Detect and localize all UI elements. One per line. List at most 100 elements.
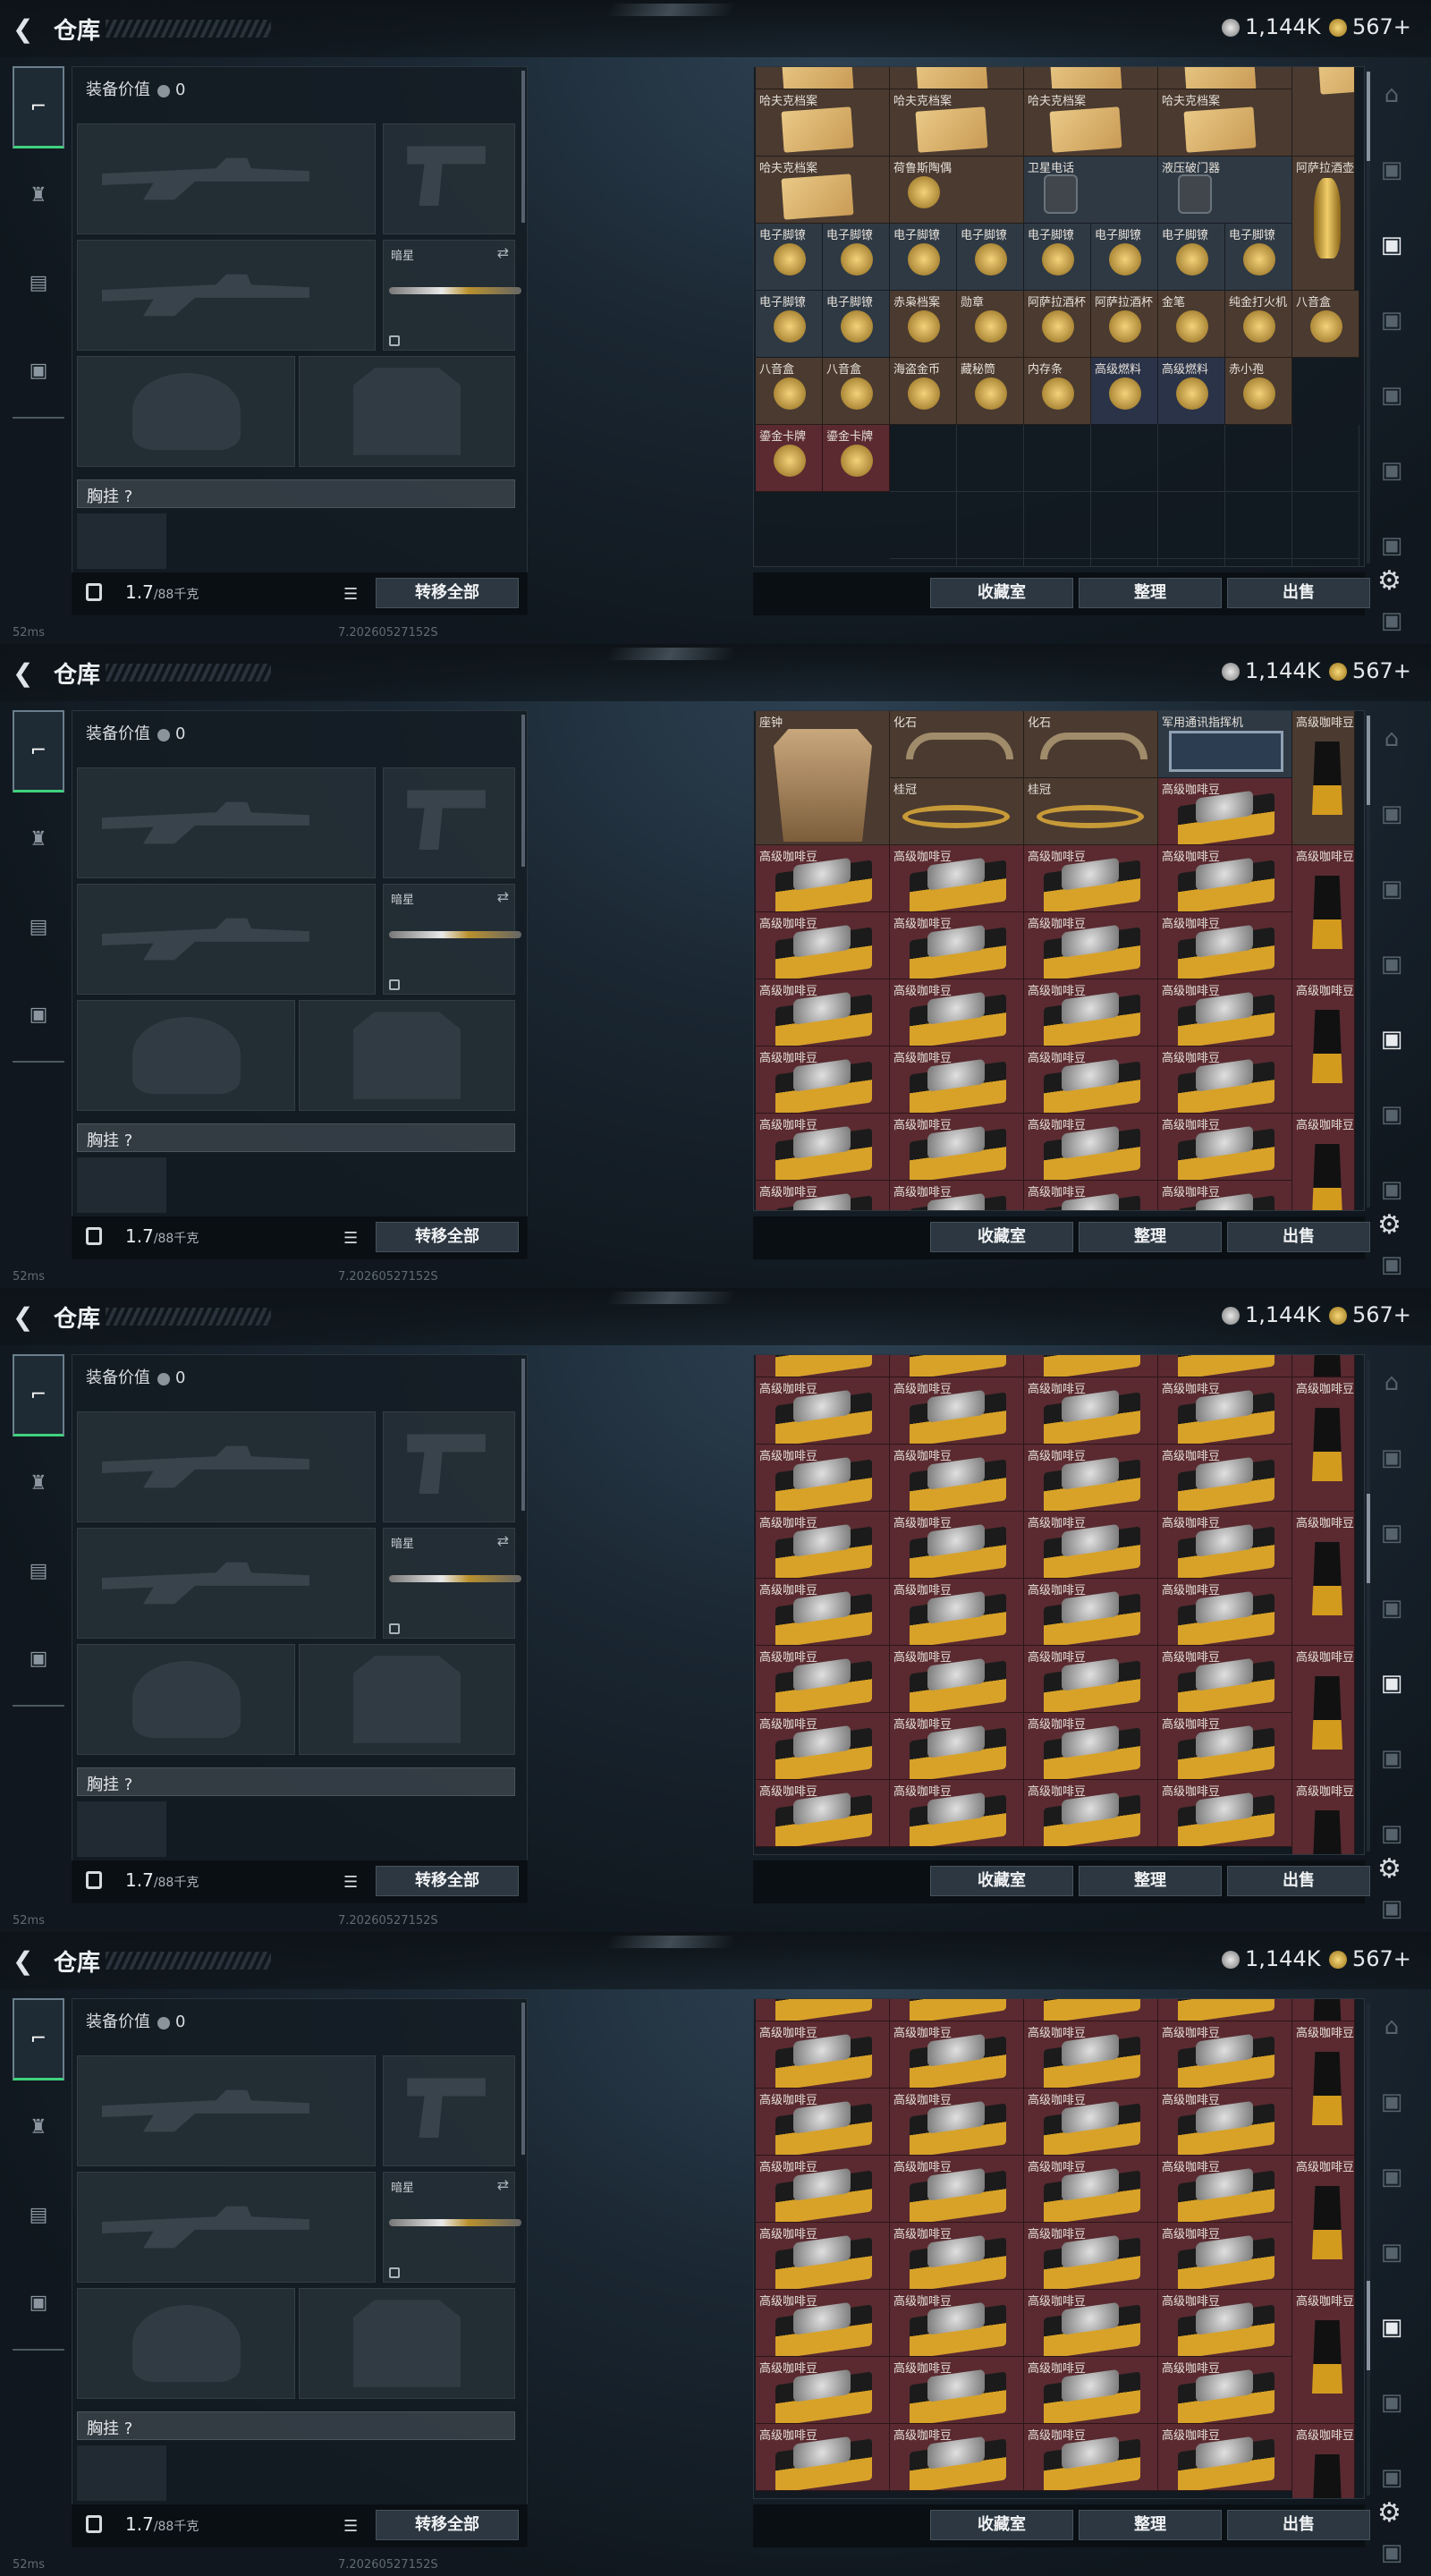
item-cell[interactable]: 高级咖啡豆	[756, 1181, 890, 1210]
item-cell[interactable]: 高级燃料	[1091, 358, 1158, 425]
armor-tab-icon[interactable]: ♜	[13, 1442, 64, 1524]
item-cell[interactable]: 高级咖啡豆	[1024, 2021, 1158, 2089]
warehouse-page-4-icon[interactable]: ▣	[1377, 306, 1406, 335]
item-cell[interactable]: 高级咖啡豆	[1292, 2156, 1355, 2290]
list-icon[interactable]: ☰	[343, 2517, 358, 2536]
item-cell[interactable]: 电子脚镣	[823, 224, 890, 291]
armor-tab-icon[interactable]: ♜	[13, 154, 64, 236]
melee-slot[interactable]: 暗星 ⇄	[383, 2172, 521, 2283]
item-cell[interactable]: 高级咖啡豆	[1292, 1114, 1355, 1210]
primary-weapon-slot[interactable]	[77, 123, 376, 234]
secondary-weapon-slot[interactable]	[77, 240, 376, 351]
pistol-slot[interactable]	[383, 123, 515, 234]
item-cell[interactable]: 高级咖啡豆	[890, 2290, 1024, 2357]
item-cell[interactable]: 哈夫克档案	[756, 157, 890, 224]
item-cell[interactable]: 高级咖啡豆	[1292, 845, 1355, 979]
empty-slot[interactable]	[1158, 492, 1225, 559]
item-cell[interactable]	[756, 1355, 890, 1377]
item-cell[interactable]: 高级咖啡豆	[756, 1377, 890, 1445]
item-cell[interactable]	[756, 67, 890, 89]
item-cell[interactable]: 高级咖啡豆	[1024, 1780, 1158, 1847]
item-cell[interactable]: 勋章	[957, 291, 1024, 358]
item-cell[interactable]: 电子脚镣	[1225, 224, 1292, 291]
item-cell[interactable]: 高级咖啡豆	[890, 845, 1024, 912]
item-cell[interactable]: 高级咖啡豆	[1158, 1579, 1292, 1646]
item-cell[interactable]: 哈夫克档案	[756, 89, 890, 157]
empty-slot[interactable]	[1225, 425, 1292, 492]
warehouse-page-1-icon[interactable]: ⌂	[1377, 2012, 1406, 2041]
item-cell[interactable]	[1158, 1999, 1292, 2021]
pistol-slot[interactable]	[383, 767, 515, 878]
case-tab-icon[interactable]: ▣	[13, 1617, 64, 1699]
item-cell[interactable]: 高级咖啡豆	[890, 1377, 1024, 1445]
warehouse-page-2-icon[interactable]: ▣	[1377, 1444, 1406, 1472]
item-cell[interactable]: 高级咖啡豆	[890, 1181, 1024, 1210]
armor-slot[interactable]	[299, 1644, 515, 1755]
item-cell[interactable]: 高级咖啡豆	[1158, 845, 1292, 912]
warehouse-page-4-icon[interactable]: ▣	[1377, 2238, 1406, 2267]
list-icon[interactable]: ☰	[343, 1873, 358, 1892]
warehouse-page-6-icon[interactable]: ▣	[1377, 2388, 1406, 2417]
weight-lock-icon[interactable]	[86, 583, 102, 601]
item-cell[interactable]: 金笔	[1158, 291, 1225, 358]
swap-icon[interactable]: ⇄	[497, 2176, 509, 2193]
equipment-scrollbar[interactable]	[521, 71, 525, 223]
settings-gear-icon[interactable]: ⚙	[1377, 1853, 1401, 1885]
item-cell[interactable]	[756, 1999, 890, 2021]
transfer-all-button[interactable]: 转移全部	[376, 2510, 519, 2540]
gold-currency[interactable]: 567+	[1329, 1946, 1411, 1971]
chest-rig-slot[interactable]	[77, 2445, 166, 2501]
item-cell[interactable]: 电子脚镣	[890, 224, 957, 291]
item-cell[interactable]	[1158, 1355, 1292, 1377]
empty-slot[interactable]	[957, 492, 1024, 559]
item-cell[interactable]: 高级咖啡豆	[890, 1780, 1024, 1847]
item-cell[interactable]: 化石	[1024, 711, 1158, 778]
item-cell[interactable]: 高级咖啡豆	[1292, 711, 1355, 845]
swap-icon[interactable]: ⇄	[497, 244, 509, 261]
empty-slot[interactable]	[1292, 559, 1359, 566]
helmet-slot[interactable]	[77, 1000, 295, 1111]
item-cell[interactable]: 高级咖啡豆	[1024, 1046, 1158, 1114]
chest-rig-label[interactable]: 胸挂 ?	[77, 1767, 515, 1796]
sort-button[interactable]: 整理	[1079, 1866, 1222, 1896]
item-cell[interactable]: 八音盒	[756, 358, 823, 425]
item-cell[interactable]: 电子脚镣	[756, 291, 823, 358]
item-cell[interactable]: 高级咖啡豆	[1292, 2290, 1355, 2424]
sort-button[interactable]: 整理	[1079, 578, 1222, 608]
empty-slot[interactable]	[890, 492, 957, 559]
item-cell[interactable]: 高级咖啡豆	[1158, 1114, 1292, 1181]
item-cell[interactable]: 高级咖啡豆	[890, 1646, 1024, 1713]
item-cell[interactable]: 高级咖啡豆	[1024, 2357, 1158, 2424]
item-cell[interactable]: 高级咖啡豆	[1158, 1646, 1292, 1713]
warehouse-page-1-icon[interactable]: ⌂	[1377, 80, 1406, 109]
list-icon[interactable]: ☰	[343, 1229, 358, 1248]
item-cell[interactable]	[890, 1355, 1024, 1377]
warehouse-page-3-icon[interactable]: ▣	[1377, 1519, 1406, 1547]
item-cell[interactable]: 高级咖啡豆	[1292, 1512, 1355, 1646]
back-arrow-icon[interactable]: ❮	[13, 16, 39, 43]
backpack-tab-icon[interactable]: ▤	[13, 2174, 64, 2256]
empty-slot[interactable]	[1292, 492, 1359, 559]
transfer-all-button[interactable]: 转移全部	[376, 1866, 519, 1896]
item-cell[interactable]: 哈夫克档案	[890, 89, 1024, 157]
melee-slot[interactable]: 暗星 ⇄	[383, 1528, 521, 1639]
transfer-all-button[interactable]: 转移全部	[376, 1222, 519, 1252]
item-cell[interactable]: 高级咖啡豆	[890, 1579, 1024, 1646]
item-cell[interactable]: 高级咖啡豆	[1158, 1445, 1292, 1512]
chest-rig-slot[interactable]	[77, 1801, 166, 1857]
item-cell[interactable]: 高级咖啡豆	[890, 1713, 1024, 1780]
chest-rig-slot[interactable]	[77, 1157, 166, 1213]
armor-tab-icon[interactable]: ♜	[13, 798, 64, 880]
warehouse-page-7-icon[interactable]: ▣	[1377, 531, 1406, 560]
item-cell[interactable]: 高级咖啡豆	[756, 1713, 890, 1780]
item-cell[interactable]: 阿萨拉酒杯	[1091, 291, 1158, 358]
warehouse-page-1-icon[interactable]: ⌂	[1377, 724, 1406, 753]
item-cell[interactable]: 藏秘筒	[957, 358, 1024, 425]
warehouse-page-6-icon[interactable]: ▣	[1377, 1744, 1406, 1773]
item-cell[interactable]: 化石	[890, 711, 1024, 778]
item-cell[interactable]: 高级咖啡豆	[1024, 2290, 1158, 2357]
item-cell[interactable]: 鎏金卡牌	[823, 425, 890, 492]
item-cell[interactable]: 高级咖啡豆	[890, 1114, 1024, 1181]
item-cell[interactable]: 高级咖啡豆	[756, 2290, 890, 2357]
item-cell[interactable]: 八音盒	[823, 358, 890, 425]
